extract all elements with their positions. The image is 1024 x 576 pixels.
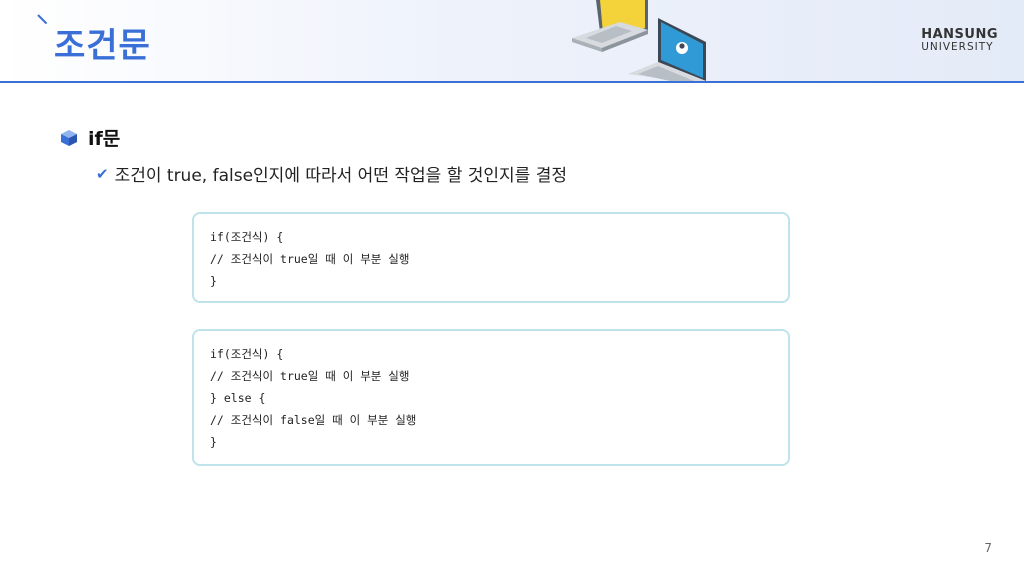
code-line: if(조건식) { (210, 230, 284, 244)
code-line: } (210, 435, 217, 449)
bullet-main: if문 (60, 124, 120, 151)
page-number: 7 (984, 541, 992, 555)
code-line: } else { (210, 391, 266, 405)
bullet-main-text: if문 (88, 128, 121, 150)
logo-line1: HANSUNG (921, 27, 998, 42)
title-decoration (37, 14, 48, 25)
code-line: if(조건식) { (210, 347, 284, 361)
hansung-logo: HANSUNG UNIVERSITY (921, 27, 998, 53)
logo-line2: UNIVERSITY (921, 41, 994, 53)
cube-icon (61, 129, 77, 146)
check-icon: ✔ (96, 164, 109, 183)
page-title: 조건문 (54, 26, 151, 66)
code-block-if: if(조건식) { // 조건식이 true일 때 이 부분 실행 } (192, 212, 790, 303)
code-line: // 조건식이 true일 때 이 부분 실행 (210, 252, 410, 266)
bullet-sub: ✔ 조건이 true, false인지에 따라서 어떤 작업을 할 것인지를 결… (96, 161, 567, 187)
code-line: // 조건식이 true일 때 이 부분 실행 (210, 369, 410, 383)
code-block-if-else: if(조건식) { // 조건식이 true일 때 이 부분 실행 } else… (192, 329, 790, 466)
slide-header: 조건문 HANSUNG UNIVERSITY (0, 0, 1024, 83)
laptops-illustration (572, 0, 706, 81)
code-line: } (210, 274, 217, 288)
code-line: // 조건식이 false일 때 이 부분 실행 (210, 413, 417, 427)
bullet-sub-text: 조건이 true, false인지에 따라서 어떤 작업을 할 것인지를 결정 (114, 166, 567, 186)
